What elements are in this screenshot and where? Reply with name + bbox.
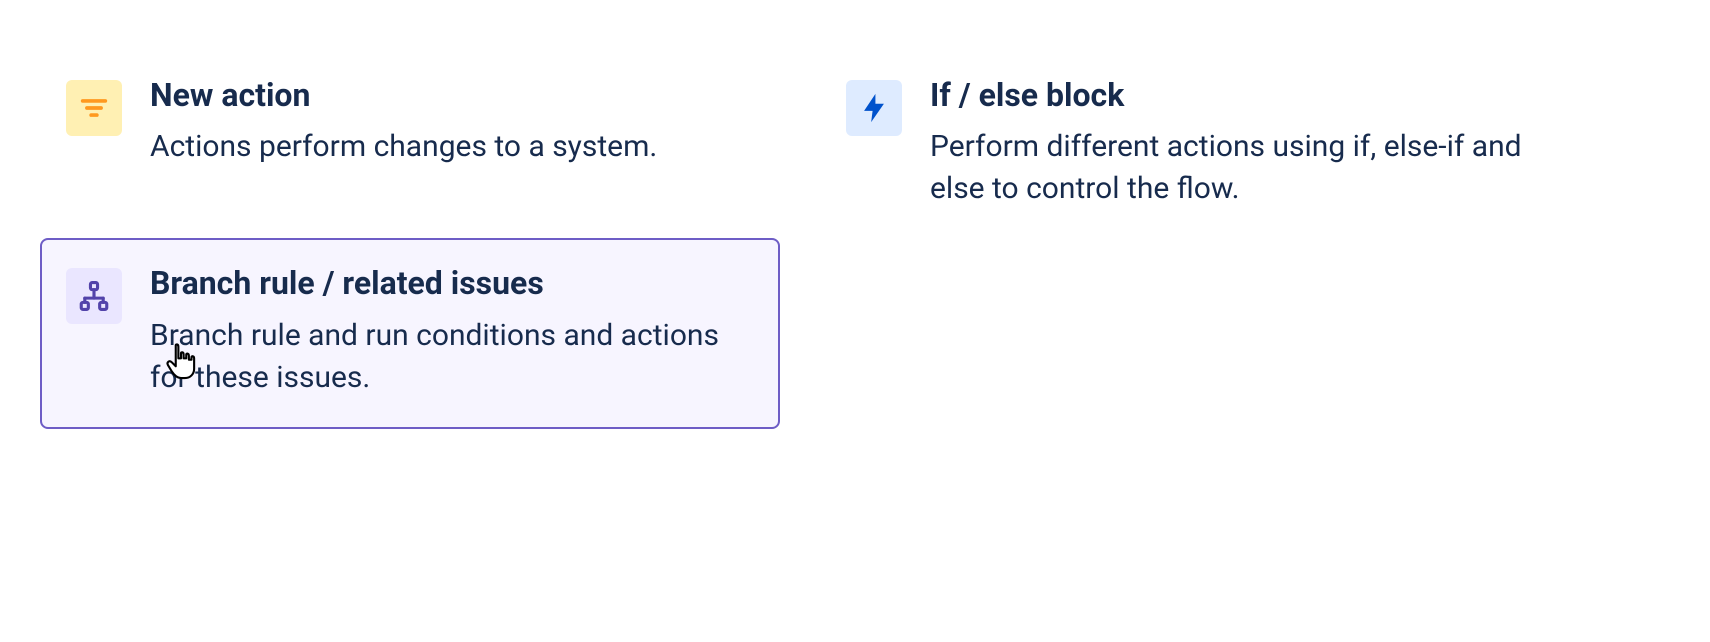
- card-text: Branch rule / related issues Branch rule…: [150, 264, 750, 398]
- card-if-else-block[interactable]: If / else block Perform different action…: [820, 50, 1560, 240]
- card-title: If / else block: [930, 76, 1530, 114]
- card-description: Perform different actions using if, else…: [930, 126, 1530, 210]
- card-new-action[interactable]: New action Actions perform changes to a …: [40, 50, 780, 198]
- lightning-icon: [846, 80, 902, 136]
- card-description: Branch rule and run conditions and actio…: [150, 315, 750, 399]
- column-right: If / else block Perform different action…: [820, 50, 1560, 240]
- branch-icon: [66, 268, 122, 324]
- card-text: If / else block Perform different action…: [930, 76, 1530, 210]
- card-text: New action Actions perform changes to a …: [150, 76, 657, 168]
- card-title: New action: [150, 76, 657, 114]
- card-title: Branch rule / related issues: [150, 264, 750, 302]
- component-picker-grid: New action Actions perform changes to a …: [0, 0, 1710, 479]
- card-branch-rule[interactable]: Branch rule / related issues Branch rule…: [40, 238, 780, 428]
- filter-icon: [66, 80, 122, 136]
- column-left: New action Actions perform changes to a …: [40, 50, 780, 429]
- card-description: Actions perform changes to a system.: [150, 126, 657, 168]
